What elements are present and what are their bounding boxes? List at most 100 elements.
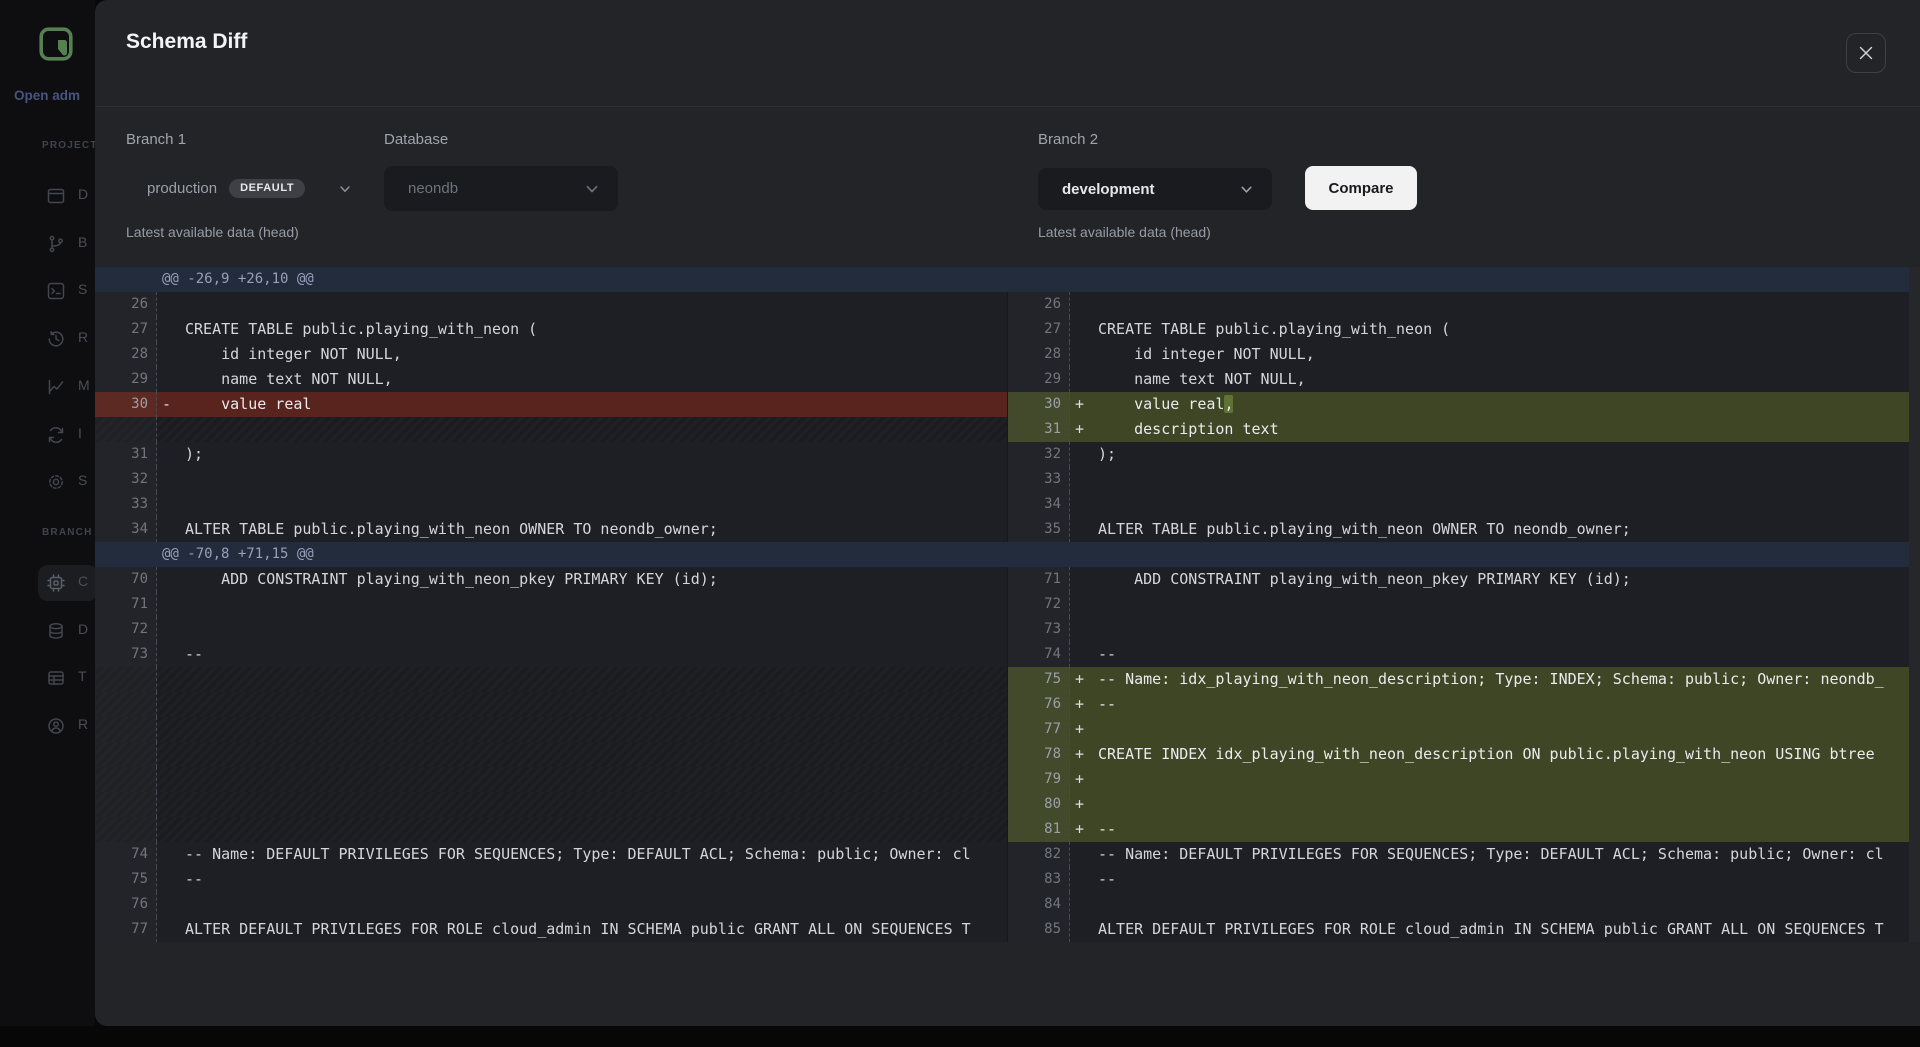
diff-cell-right: 27CREATE TABLE public.playing_with_neon … [1007, 317, 1920, 342]
diff-cell-left [95, 817, 1007, 842]
diff-cell-right: 79+ [1007, 767, 1920, 792]
sidebar-item-settings[interactable]: S [0, 462, 95, 502]
sidebar-item-restore[interactable]: R [0, 319, 95, 359]
sql-editor-icon [46, 281, 66, 301]
diff-cell-left: 26 [95, 292, 1007, 317]
diff-row: 2626 [95, 292, 1920, 317]
chevron-down-icon [338, 182, 352, 196]
diff-cell-right: 28 id integer NOT NULL, [1007, 342, 1920, 367]
diff-cell-left: 72 [95, 617, 1007, 642]
diff-row: 28 id integer NOT NULL,28 id integer NOT… [95, 342, 1920, 367]
page-title: Schema Diff [126, 30, 247, 54]
diff-cell-right: 83-- [1007, 867, 1920, 892]
sidebar-item-dashboard[interactable]: D [0, 176, 95, 216]
sidebar-item-computes[interactable]: C [0, 563, 95, 603]
database-select[interactable]: neondb [384, 166, 618, 211]
close-button[interactable] [1846, 33, 1886, 73]
monitoring-icon [46, 377, 66, 397]
compare-button[interactable]: Compare [1305, 166, 1417, 210]
diff-cell-left: 70 ADD CONSTRAINT playing_with_neon_pkey… [95, 567, 1007, 592]
branch1-label: Branch 1 [126, 131, 186, 148]
diff-cell-left [95, 692, 1007, 717]
sidebar-item-integrations[interactable]: I [0, 415, 95, 455]
diff-row: 81+-- [95, 817, 1920, 842]
tables-icon [46, 668, 66, 688]
diff-cell-left [95, 417, 1007, 442]
schema-diff-view: @@ -26,9 +26,10 @@262627CREATE TABLE pub… [95, 267, 1920, 942]
diff-row: 79+ [95, 767, 1920, 792]
diff-cell-right: 76+-- [1007, 692, 1920, 717]
diff-cell-right: 78+CREATE INDEX idx_playing_with_neon_de… [1007, 742, 1920, 767]
diff-row: 30- value real30+ value real, [95, 392, 1920, 417]
branches-icon [46, 234, 66, 254]
database-label: Database [384, 131, 448, 148]
open-admin-link[interactable]: Open adm [14, 88, 95, 103]
diff-cell-right: 84 [1007, 892, 1920, 917]
header-divider [95, 106, 1920, 107]
diff-cell-right: 77+ [1007, 717, 1920, 742]
chevron-down-icon [1239, 182, 1254, 197]
sidebar: Open adm PROJECTDBSRMISBRANCHCDTR [0, 0, 95, 1026]
diff-row: 77ALTER DEFAULT PRIVILEGES FOR ROLE clou… [95, 917, 1920, 942]
diff-cell-left: 29 name text NOT NULL, [95, 367, 1007, 392]
diff-cell-right: 30+ value real, [1007, 392, 1920, 417]
sidebar-item-tables[interactable]: T [0, 658, 95, 698]
diff-cell-right: 85ALTER DEFAULT PRIVILEGES FOR ROLE clou… [1007, 917, 1920, 942]
sidebar-item-databases[interactable]: D [0, 611, 95, 651]
diff-cell-left: 77ALTER DEFAULT PRIVILEGES FOR ROLE clou… [95, 917, 1007, 942]
diff-row: 3334 [95, 492, 1920, 517]
diff-cell-left: 34ALTER TABLE public.playing_with_neon O… [95, 517, 1007, 542]
diff-cell-left: 71 [95, 592, 1007, 617]
sidebar-heading-project: PROJECT [42, 140, 95, 151]
diff-cell-left: 33 [95, 492, 1007, 517]
roles-icon [46, 716, 66, 736]
diff-cell-left: 31); [95, 442, 1007, 467]
branch1-data-hint: Latest available data (head) [126, 224, 299, 240]
diff-cell-right: 26 [1007, 292, 1920, 317]
diff-row: 75+-- Name: idx_playing_with_neon_descri… [95, 667, 1920, 692]
diff-row: 7273 [95, 617, 1920, 642]
diff-row: 77+ [95, 717, 1920, 742]
diff-cell-left [95, 742, 1007, 767]
integrations-icon [46, 425, 66, 445]
branch2-select[interactable]: development [1038, 168, 1272, 210]
diff-row: 31+ description text [95, 417, 1920, 442]
default-badge: DEFAULT [229, 179, 305, 198]
diff-row: 76+-- [95, 692, 1920, 717]
diff-cell-left: 75-- [95, 867, 1007, 892]
diff-row: 80+ [95, 792, 1920, 817]
diff-cell-right: 34 [1007, 492, 1920, 517]
diff-cell-right: 33 [1007, 467, 1920, 492]
diff-cell-left: 32 [95, 467, 1007, 492]
sidebar-item-branches[interactable]: B [0, 224, 95, 264]
diff-scrollbar[interactable] [1909, 267, 1920, 942]
branch1-select[interactable]: production DEFAULT [126, 166, 366, 211]
diff-cell-left [95, 667, 1007, 692]
diff-row: 29 name text NOT NULL,29 name text NOT N… [95, 367, 1920, 392]
diff-cell-left: 28 id integer NOT NULL, [95, 342, 1007, 367]
diff-row: 3233 [95, 467, 1920, 492]
close-icon [1858, 45, 1874, 61]
diff-cell-right: 31+ description text [1007, 417, 1920, 442]
diff-cell-left [95, 717, 1007, 742]
diff-cell-right: 73 [1007, 617, 1920, 642]
sidebar-item-sql-editor[interactable]: S [0, 271, 95, 311]
sidebar-item-monitoring[interactable]: M [0, 367, 95, 407]
diff-cell-left: 30- value real [95, 392, 1007, 417]
schema-diff-modal: Schema Diff Branch 1 Database Branch 2 p… [95, 0, 1920, 1026]
diff-row: 7684 [95, 892, 1920, 917]
computes-icon [46, 573, 66, 593]
diff-row: 7172 [95, 592, 1920, 617]
dashboard-icon [46, 186, 66, 206]
branch2-data-hint: Latest available data (head) [1038, 224, 1211, 240]
settings-icon [46, 472, 66, 492]
diff-cell-left: 76 [95, 892, 1007, 917]
diff-cell-right: 29 name text NOT NULL, [1007, 367, 1920, 392]
diff-cell-right: 72 [1007, 592, 1920, 617]
sidebar-item-roles[interactable]: R [0, 706, 95, 746]
databases-icon [46, 621, 66, 641]
branch1-value: production [147, 180, 217, 197]
neon-logo-icon[interactable] [39, 27, 73, 61]
diff-row: 31);32); [95, 442, 1920, 467]
diff-row: 74-- Name: DEFAULT PRIVILEGES FOR SEQUEN… [95, 842, 1920, 867]
